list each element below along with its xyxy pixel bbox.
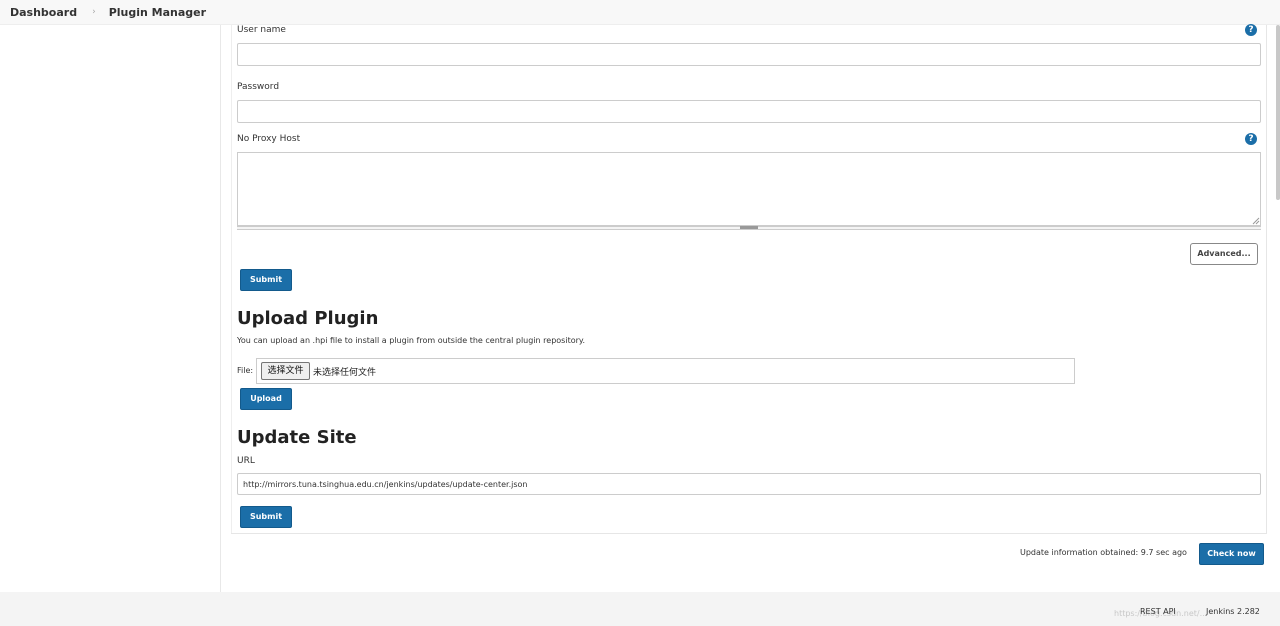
no-proxy-host-textarea[interactable] [237,152,1261,226]
upload-button[interactable]: Upload [240,388,292,410]
jenkins-version-link[interactable]: Jenkins 2.282 [1206,607,1260,616]
resize-handle-icon[interactable] [1252,217,1260,225]
advanced-button[interactable]: Advanced... [1190,243,1258,265]
breadcrumb-plugin-manager[interactable]: Plugin Manager [109,6,206,19]
panel-border-right [1266,25,1267,533]
rest-api-link[interactable]: REST API [1140,607,1176,616]
check-now-button[interactable]: Check now [1199,543,1264,565]
update-site-url-input[interactable] [237,473,1261,495]
upload-plugin-heading: Upload Plugin [237,308,379,329]
scrollbar-thumb[interactable] [1276,25,1280,200]
panel-border-bottom [231,533,1267,534]
password-input[interactable] [237,100,1261,123]
update-status-text: Update information obtained: 9.7 sec ago [1020,548,1187,557]
update-site-heading: Update Site [237,427,357,448]
textarea-grip[interactable] [740,226,758,229]
no-file-chosen-text: 未选择任何文件 [313,368,377,378]
password-label: Password [237,82,280,92]
no-proxy-host-label: No Proxy Host [237,134,301,144]
url-label: URL [237,456,255,466]
footer [0,592,1280,626]
file-label: File: [237,366,254,375]
choose-file-button[interactable]: 选择文件 [261,362,310,380]
username-label: User name [237,25,286,35]
breadcrumb-separator: › [92,7,96,17]
breadcrumb-dashboard[interactable]: Dashboard [10,6,77,19]
help-icon[interactable]: ? [1245,24,1257,36]
update-site-submit-button[interactable]: Submit [240,506,292,528]
upload-plugin-description: You can upload an .hpi file to install a… [237,336,586,345]
breadcrumb: Dashboard › Plugin Manager [0,0,1280,25]
panel-border-left [231,25,232,533]
proxy-submit-button[interactable]: Submit [240,269,292,291]
file-input-box[interactable] [256,358,1075,384]
username-input[interactable] [237,43,1261,66]
help-icon[interactable]: ? [1245,133,1257,145]
sidebar-divider [220,25,221,592]
